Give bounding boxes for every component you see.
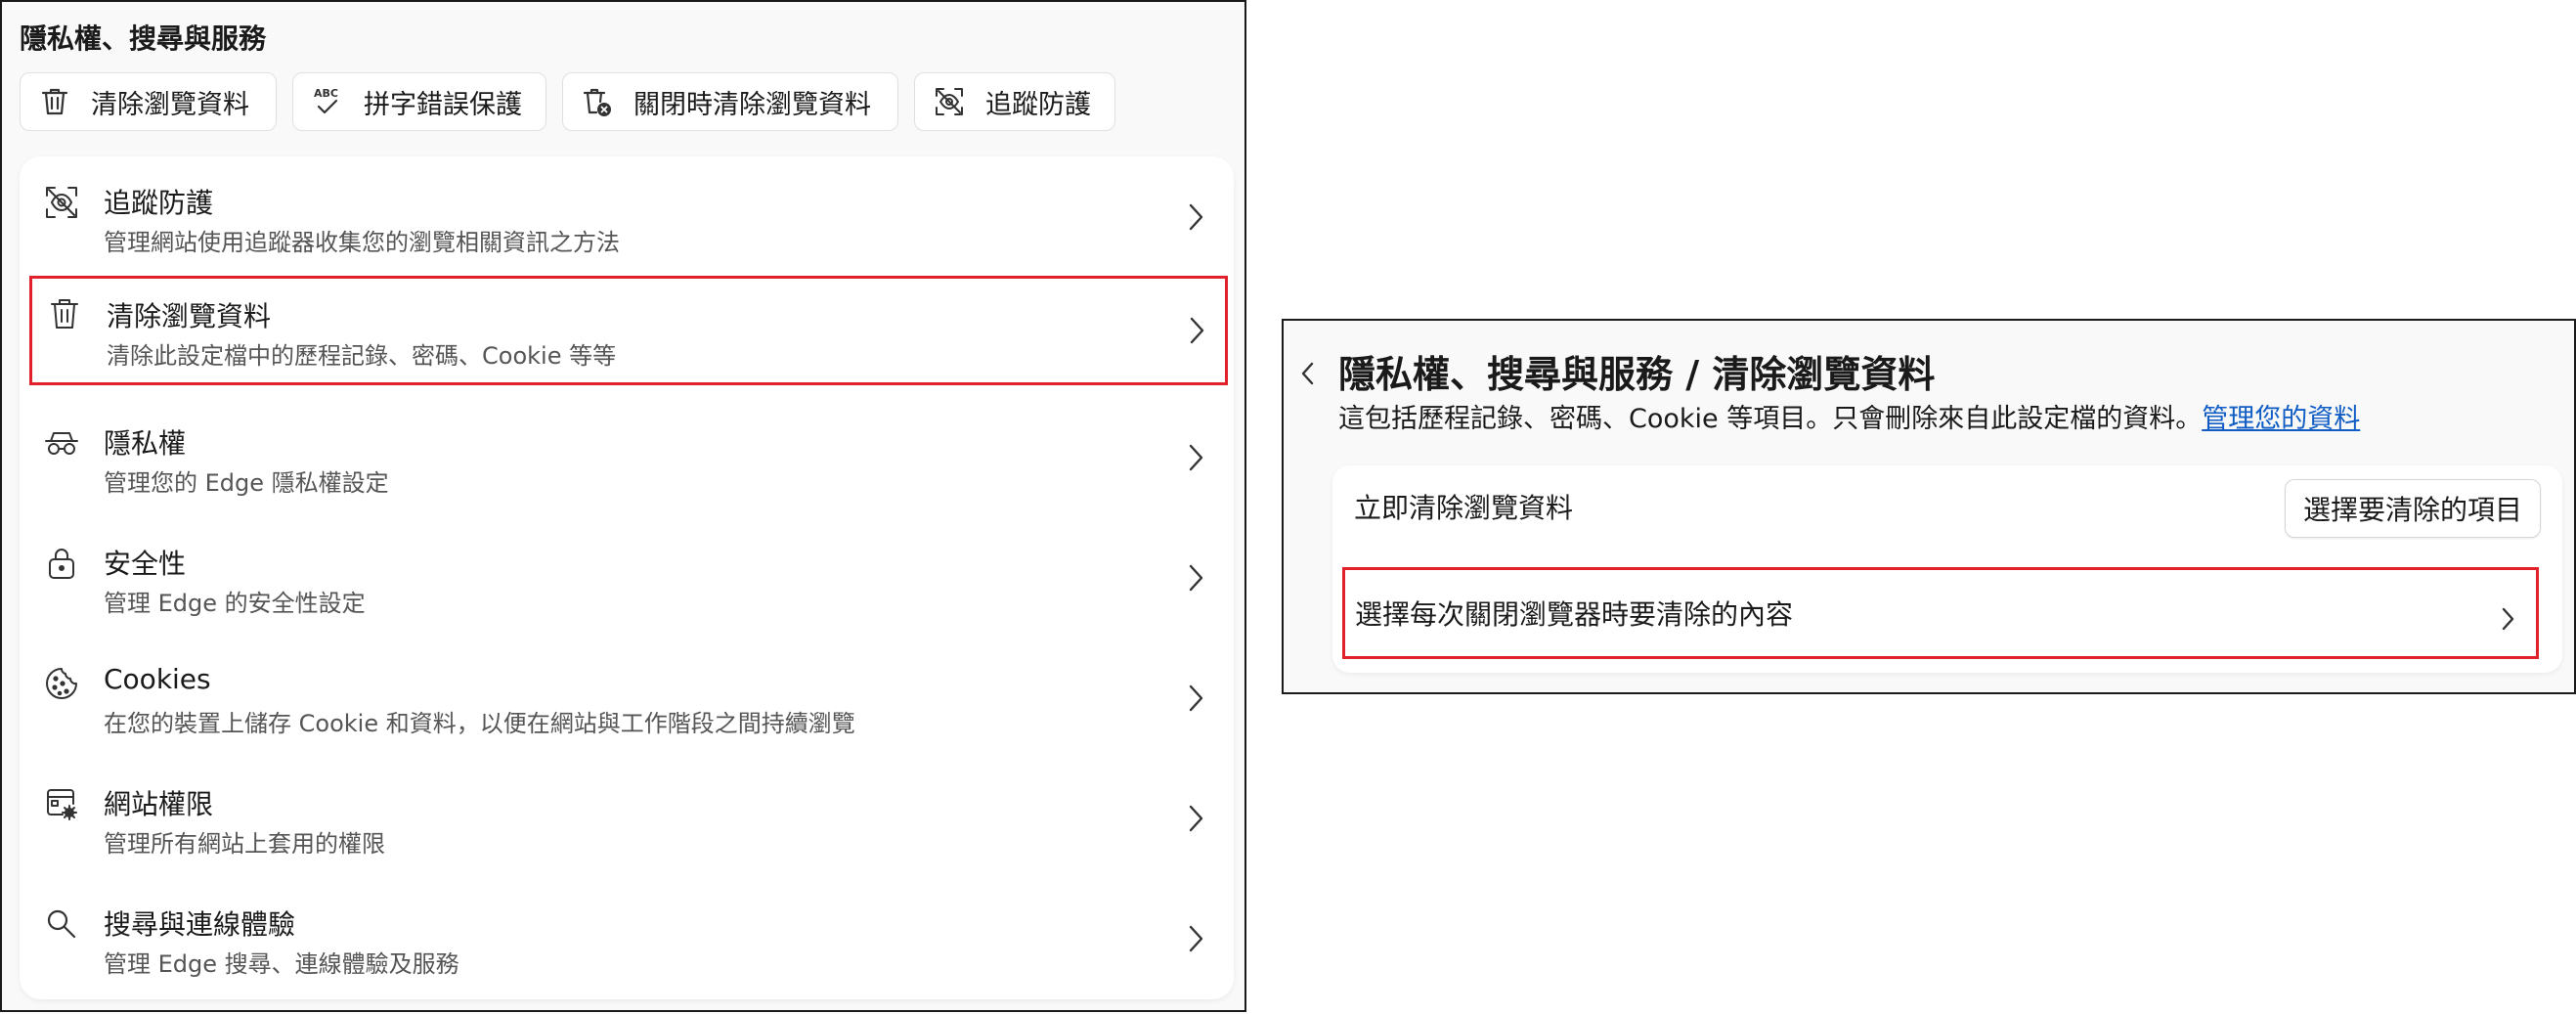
clear-options-card: 立即清除瀏覽資料 選擇要清除的項目 選擇每次關閉瀏覽器時要清除的內容 (1332, 465, 2562, 673)
clear-now-label: 立即清除瀏覽資料 (1354, 492, 1574, 524)
list-item-title: 隱私權 (104, 427, 187, 460)
site-permissions-icon (43, 785, 80, 822)
trash-icon (46, 295, 83, 332)
chevron-right-icon (1183, 438, 1208, 477)
page-title: 隱私權、搜尋與服務 (20, 22, 267, 55)
list-item-description: 清除此設定檔中的歷程記錄、密碼、Cookie 等等 (107, 342, 617, 370)
list-item-title: 安全性 (104, 548, 187, 580)
list-item-tracking-prevention[interactable]: 追蹤防護 管理網站使用追蹤器收集您的瀏覽相關資訊之方法 (20, 162, 1234, 272)
privacy-glasses-icon (43, 424, 80, 462)
choose-what-to-clear-button[interactable]: 選擇要清除的項目 (2285, 479, 2541, 538)
quick-button-label: 清除瀏覽資料 (91, 89, 249, 120)
list-item-security[interactable]: 安全性 管理 Edge 的安全性設定 (20, 523, 1234, 633)
quick-actions: 清除瀏覽資料 ABC 拼字錯誤保護 關閉時清除瀏覽資料 追蹤防護 (20, 72, 1115, 131)
quick-spelling-protection-button[interactable]: ABC 拼字錯誤保護 (292, 72, 546, 131)
search-icon (43, 905, 80, 943)
list-item-description: 管理網站使用追蹤器收集您的瀏覽相關資訊之方法 (104, 229, 620, 256)
breadcrumb-title: 隱私權、搜尋與服務 / 清除瀏覽資料 (1338, 353, 1936, 396)
quick-tracking-prevention-button[interactable]: 追蹤防護 (914, 72, 1115, 131)
clear-on-close-row[interactable]: 選擇每次關閉瀏覽器時要清除的內容 (1342, 567, 2539, 659)
spellcheck-icon: ABC (311, 85, 344, 118)
quick-button-label: 追蹤防護 (985, 89, 1091, 120)
list-item-description: 在您的裝置上儲存 Cookie 和資料，以便在網站與工作階段之間持續瀏覽 (104, 710, 855, 737)
chevron-right-icon (1183, 919, 1208, 958)
svg-text:ABC: ABC (314, 87, 338, 100)
list-item-description: 管理您的 Edge 隱私權設定 (104, 469, 389, 497)
quick-clear-browsing-data-button[interactable]: 清除瀏覽資料 (20, 72, 277, 131)
list-item-title: Cookies (104, 663, 211, 695)
clear-browsing-data-panel: 隱私權、搜尋與服務 / 清除瀏覽資料 這包括歷程記錄、密碼、Cookie 等項目… (1282, 319, 2576, 694)
chevron-right-icon (1184, 311, 1209, 350)
description-text: 這包括歷程記錄、密碼、Cookie 等項目。只會刪除來自此設定檔的資料。 (1338, 404, 2203, 434)
lock-icon (43, 545, 80, 582)
back-chevron-icon[interactable] (1297, 358, 1319, 389)
tracking-prevention-icon (933, 85, 966, 118)
tracking-prevention-icon (43, 184, 80, 221)
manage-your-data-link[interactable]: 管理您的資料 (2202, 404, 2360, 434)
list-item-description: 管理 Edge 的安全性設定 (104, 590, 366, 617)
quick-button-label: 拼字錯誤保護 (364, 89, 522, 120)
privacy-settings-panel: 隱私權、搜尋與服務 清除瀏覽資料 ABC 拼字錯誤保護 關閉時清除瀏覽資料 追蹤… (0, 0, 1246, 1012)
chevron-right-icon (1183, 679, 1208, 718)
list-item-title: 網站權限 (104, 788, 214, 820)
list-item-title: 清除瀏覽資料 (107, 300, 272, 332)
chevron-right-icon (2497, 603, 2518, 635)
settings-list: 追蹤防護 管理網站使用追蹤器收集您的瀏覽相關資訊之方法 清除瀏覽資料 清除此設定… (20, 156, 1234, 999)
list-item-clear-browsing-data[interactable]: 清除瀏覽資料 清除此設定檔中的歷程記錄、密碼、Cookie 等等 (29, 276, 1228, 385)
list-item-cookies[interactable]: Cookies 在您的裝置上儲存 Cookie 和資料，以便在網站與工作階段之間… (20, 643, 1234, 753)
chevron-right-icon (1183, 198, 1208, 237)
list-item-privacy[interactable]: 隱私權 管理您的 Edge 隱私權設定 (20, 403, 1234, 512)
chevron-right-icon (1183, 799, 1208, 838)
chevron-right-icon (1183, 558, 1208, 597)
clear-on-close-label: 選擇每次關閉瀏覽器時要清除的內容 (1355, 598, 1794, 631)
list-item-title: 搜尋與連線體驗 (104, 908, 296, 941)
quick-clear-on-close-button[interactable]: 關閉時清除瀏覽資料 (562, 72, 898, 131)
trash-clock-icon (581, 85, 614, 118)
list-item-site-permissions[interactable]: 網站權限 管理所有網站上套用的權限 (20, 764, 1234, 873)
list-item-description: 管理 Edge 搜尋、連線體驗及服務 (104, 950, 459, 978)
list-item-title: 追蹤防護 (104, 187, 214, 219)
list-item-search-connected[interactable]: 搜尋與連線體驗 管理 Edge 搜尋、連線體驗及服務 (20, 884, 1234, 993)
panel-description: 這包括歷程記錄、密碼、Cookie 等項目。只會刪除來自此設定檔的資料。管理您的… (1338, 397, 2360, 435)
cookie-icon (43, 665, 80, 702)
trash-icon (38, 85, 71, 118)
quick-button-label: 關閉時清除瀏覽資料 (633, 89, 871, 120)
list-item-description: 管理所有網站上套用的權限 (104, 830, 385, 858)
